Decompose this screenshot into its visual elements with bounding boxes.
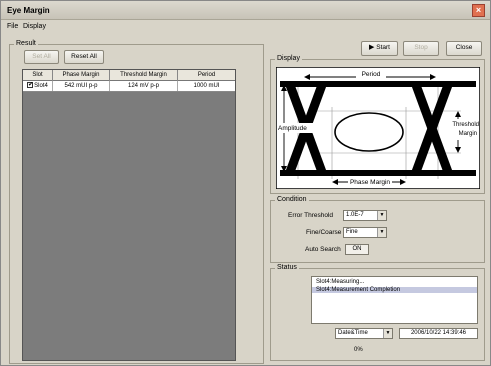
start-button[interactable]: ▶ Start [361,41,398,56]
fine-coarse-label: Fine/Coarse [306,229,342,236]
status-message: Slot4:Measurement Completion [312,287,477,293]
progress-percent: 0% [354,347,363,353]
eye-diagram: Period Amplitude Threshold Margin Phase … [276,67,480,189]
slot-cell: ✔Slot4 [23,81,53,91]
eye-opening-ellipse [334,112,404,152]
start-button-label: Start [376,44,390,51]
stop-button[interactable]: Stop [403,41,439,56]
table-row[interactable]: ✔Slot4 542 mUI p-p 124 mV p-p 1000 mUI [23,81,235,92]
status-message-list[interactable]: Slot4:Measuring... Slot4:Measurement Com… [311,276,478,324]
table-header: Slot Phase Margin Threshold Margin Perio… [23,70,235,81]
window-close-icon[interactable]: × [472,4,485,17]
error-threshold-select[interactable]: 1.0E-7 ▼ [343,210,387,221]
auto-search-toggle[interactable]: ON [345,244,369,255]
phase-margin-label: Phase Margin [350,179,390,186]
error-threshold-value: 1.0E-7 [346,212,364,218]
timestamp-display: 2006/10/22 14:39:46 [399,328,478,339]
column-header-threshold-margin[interactable]: Threshold Margin [110,70,178,81]
window-title: Eye Margin [7,6,50,15]
fine-coarse-value: Fine [346,229,358,235]
time-mode-value: Date&Time [338,330,368,336]
chevron-down-icon: ▼ [383,329,392,338]
status-group-label: Status [275,264,299,271]
slot-checkbox[interactable]: ✔ [27,82,33,89]
reset-all-button[interactable]: Reset All [64,50,104,64]
close-button[interactable]: Close [446,41,482,56]
result-group-label: Result [14,40,38,47]
error-threshold-label: Error Threshold [288,212,334,219]
auto-search-label: Auto Search [305,246,341,253]
chevron-down-icon: ▼ [377,228,386,237]
menu-bar: File Display [1,21,490,33]
chevron-down-icon: ▼ [377,211,386,220]
period-cell: 1000 mUI [193,83,220,89]
threshold-label: Threshold [452,122,479,128]
condition-group-label: Condition [275,196,309,203]
phase-margin-cell: 542 mUI p-p [53,81,110,91]
menu-file[interactable]: File [7,23,18,30]
status-message: Slot4:Measuring... [316,279,365,285]
period-label: Period [362,71,381,78]
column-header-period[interactable]: Period [178,70,235,81]
menu-display[interactable]: Display [23,23,46,30]
margin-label: Margin [459,131,477,137]
time-mode-select[interactable]: Date&Time ▼ [335,328,393,339]
slot-name: Slot4 [34,83,48,89]
set-all-button[interactable]: Set All [24,50,59,64]
result-table: Slot Phase Margin Threshold Margin Perio… [22,69,236,361]
title-bar[interactable]: Eye Margin × [1,1,490,20]
column-header-phase-margin[interactable]: Phase Margin [53,70,110,81]
fine-coarse-select[interactable]: Fine ▼ [343,227,387,238]
play-icon: ▶ [369,44,375,51]
threshold-margin-cell: 124 mV p-p [110,81,178,91]
display-group-label: Display [275,55,302,62]
amplitude-label: Amplitude [278,125,307,132]
eye-margin-window: Eye Margin × File Display Result Set All… [0,0,491,366]
column-header-slot[interactable]: Slot [23,70,53,81]
